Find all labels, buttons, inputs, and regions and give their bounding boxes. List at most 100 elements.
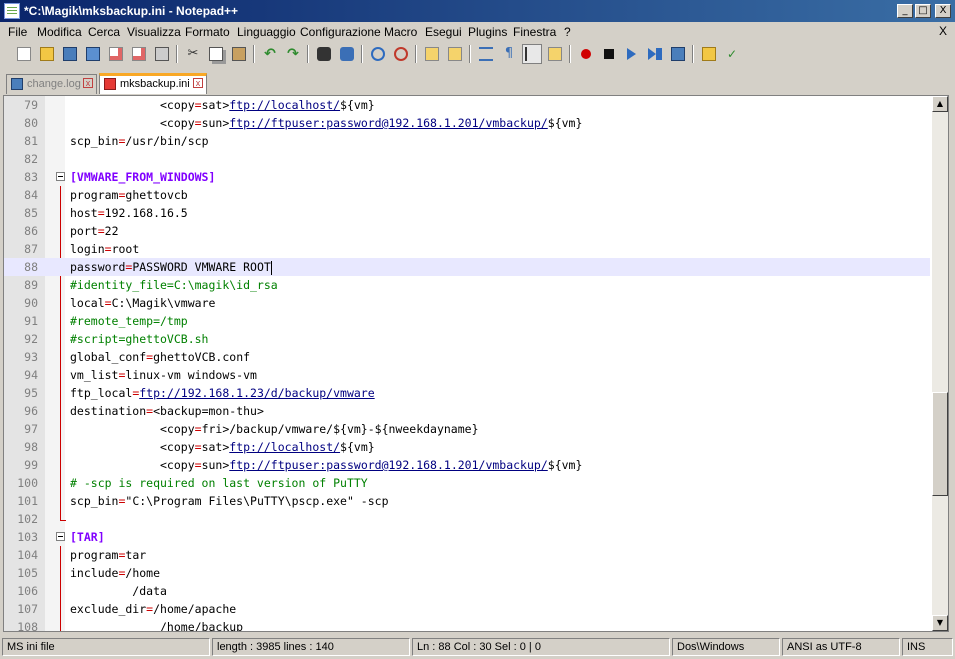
code-line[interactable]: 92 #script=ghettoVCB.sh bbox=[4, 330, 930, 348]
save-all-icon[interactable] bbox=[83, 44, 103, 64]
replace-icon[interactable] bbox=[337, 44, 357, 64]
spellcheck-icon[interactable]: ✓ bbox=[722, 44, 742, 64]
copy-icon[interactable] bbox=[206, 44, 226, 64]
sync-horizontal-icon[interactable] bbox=[445, 44, 465, 64]
code-line[interactable]: 98 <copy=sat>ftp://localhost/${vm} bbox=[4, 438, 930, 456]
code-line[interactable]: 90 local=C:\Magik\vmware bbox=[4, 294, 930, 312]
zoom-out-icon[interactable] bbox=[391, 44, 411, 64]
token-val: PASSWORD VMWARE ROOT bbox=[132, 260, 271, 274]
play-multiple-icon[interactable] bbox=[645, 44, 665, 64]
token-val: ghettoVCB.conf bbox=[153, 350, 251, 364]
saved-file-icon bbox=[11, 78, 23, 90]
scroll-down-arrow-icon[interactable]: ▼ bbox=[932, 615, 948, 631]
save-icon[interactable] bbox=[60, 44, 80, 64]
token-val: fri>/backup/vmware/${vm}-${nweekdayname} bbox=[201, 422, 479, 436]
fold-toggle-icon[interactable] bbox=[56, 532, 65, 541]
menu-help[interactable]: ? bbox=[564, 25, 571, 39]
new-file-icon[interactable] bbox=[14, 44, 34, 64]
close-icon[interactable] bbox=[106, 44, 126, 64]
code-line[interactable]: 95 ftp_local=ftp://192.168.1.23/d/backup/… bbox=[4, 384, 930, 402]
paste-icon[interactable] bbox=[229, 44, 249, 64]
close-all-icon[interactable] bbox=[129, 44, 149, 64]
indent-guide-icon[interactable] bbox=[522, 44, 542, 64]
token-val: C:\Magik\vmware bbox=[111, 296, 216, 310]
code-line[interactable]: 86 port=22 bbox=[4, 222, 930, 240]
menu-configurazione[interactable]: Configurazione bbox=[300, 25, 381, 39]
menu-plugins[interactable]: Plugins bbox=[468, 25, 507, 39]
menu-visualizza[interactable]: Visualizza bbox=[127, 25, 181, 39]
line-number: 94 bbox=[24, 368, 38, 382]
window-title: *C:\Magik\mksbackup.ini - Notepad++ bbox=[24, 4, 239, 18]
code-line[interactable]: 96 destination=<backup=mon-thu> bbox=[4, 402, 930, 420]
close-tab-icon[interactable]: x bbox=[83, 78, 93, 88]
record-macro-icon[interactable] bbox=[576, 44, 596, 64]
code-line[interactable]: 103 [TAR] bbox=[4, 528, 930, 546]
token-eq: = bbox=[194, 116, 202, 130]
code-line[interactable]: 104 program=tar bbox=[4, 546, 930, 564]
code-line[interactable]: 106 /data bbox=[4, 582, 930, 600]
code-line[interactable]: 81 scp_bin=/usr/bin/scp bbox=[4, 132, 930, 150]
code-line[interactable]: 93 global_conf=ghettoVCB.conf bbox=[4, 348, 930, 366]
code-line[interactable]: 83 [VMWARE_FROM_WINDOWS] bbox=[4, 168, 930, 186]
code-line[interactable]: 108 /home/backup bbox=[4, 618, 930, 631]
code-line[interactable]: 97 <copy=fri>/backup/vmware/${vm}-${nwee… bbox=[4, 420, 930, 438]
menu-linguaggio[interactable]: Linguaggio bbox=[237, 25, 296, 39]
menu-cerca[interactable]: Cerca bbox=[88, 25, 120, 39]
user-language-icon[interactable] bbox=[545, 44, 565, 64]
code-line[interactable]: 99 <copy=sun>ftp://ftpuser:password@192.… bbox=[4, 456, 930, 474]
code-line[interactable]: 91 #remote_temp=/tmp bbox=[4, 312, 930, 330]
code-line[interactable]: 100 # -scp is required on last version of… bbox=[4, 474, 930, 492]
code-line[interactable]: 88 password=PASSWORD VMWARE ROOT bbox=[4, 258, 930, 276]
fold-toggle-icon[interactable] bbox=[56, 172, 65, 181]
code-line[interactable]: 107 exclude_dir=/home/apache bbox=[4, 600, 930, 618]
find-icon[interactable] bbox=[314, 44, 334, 64]
token-eq: = bbox=[194, 422, 202, 436]
open-folder-icon[interactable] bbox=[699, 44, 719, 64]
print-icon[interactable] bbox=[152, 44, 172, 64]
menu-modifica[interactable]: Modifica bbox=[37, 25, 82, 39]
line-number: 105 bbox=[17, 566, 38, 580]
scroll-up-arrow-icon[interactable]: ▲ bbox=[932, 96, 948, 112]
code-line[interactable]: 89 #identity_file=C:\magik\id_rsa bbox=[4, 276, 930, 294]
save-macro-icon[interactable] bbox=[668, 44, 688, 64]
maximize-button[interactable]: □ bbox=[915, 4, 931, 18]
code-line[interactable]: 82 bbox=[4, 150, 930, 168]
code-line[interactable]: 80 <copy=sun>ftp://ftpuser:password@192.… bbox=[4, 114, 930, 132]
menu-formato[interactable]: Formato bbox=[185, 25, 230, 39]
menu-file[interactable]: File bbox=[8, 25, 27, 39]
open-file-icon[interactable] bbox=[37, 44, 57, 64]
tab-mksbackup-ini[interactable]: mksbackup.ini x bbox=[99, 73, 207, 94]
menu-macro[interactable]: Macro bbox=[384, 25, 417, 39]
scrollbar-thumb[interactable] bbox=[932, 392, 948, 496]
line-number: 101 bbox=[17, 494, 38, 508]
word-wrap-icon[interactable] bbox=[476, 44, 496, 64]
code-line[interactable]: 84 program=ghettovcb bbox=[4, 186, 930, 204]
code-line[interactable]: 105 include=/home bbox=[4, 564, 930, 582]
minimize-button[interactable]: _ bbox=[897, 4, 913, 18]
close-document-button[interactable]: X bbox=[939, 24, 947, 38]
code-line[interactable]: 79 <copy=sat>ftp://localhost/${vm} bbox=[4, 96, 930, 114]
cut-icon[interactable]: ✂ bbox=[183, 44, 203, 64]
code-line[interactable]: 85 host=192.168.16.5 bbox=[4, 204, 930, 222]
close-button[interactable]: X bbox=[935, 4, 951, 18]
token-section: [TAR] bbox=[70, 530, 105, 544]
vertical-scrollbar[interactable]: ▲ ▼ bbox=[932, 96, 948, 631]
play-macro-icon[interactable] bbox=[622, 44, 642, 64]
token-key: scp_bin bbox=[70, 494, 119, 508]
code-line[interactable]: 102 bbox=[4, 510, 930, 528]
show-all-chars-icon[interactable]: ¶ bbox=[499, 44, 519, 64]
code-line[interactable]: 94 vm_list=linux-vm windows-vm bbox=[4, 366, 930, 384]
code-line[interactable]: 101 scp_bin="C:\Program Files\PuTTY\pscp.… bbox=[4, 492, 930, 510]
code-line[interactable]: 87 login=root bbox=[4, 240, 930, 258]
tab-change-log[interactable]: change.log x bbox=[6, 74, 97, 94]
menu-finestra[interactable]: Finestra bbox=[513, 25, 556, 39]
menu-esegui[interactable]: Esegui bbox=[425, 25, 462, 39]
close-tab-icon[interactable]: x bbox=[193, 78, 203, 88]
text-editor[interactable]: 79 <copy=sat>ftp://localhost/${vm} 80 <co… bbox=[3, 95, 949, 632]
redo-icon[interactable]: ↷ bbox=[283, 44, 303, 64]
zoom-in-icon[interactable] bbox=[368, 44, 388, 64]
sync-vertical-icon[interactable] bbox=[422, 44, 442, 64]
token-val: /home/apache bbox=[153, 602, 237, 616]
undo-icon[interactable]: ↶ bbox=[260, 44, 280, 64]
stop-record-icon[interactable] bbox=[599, 44, 619, 64]
